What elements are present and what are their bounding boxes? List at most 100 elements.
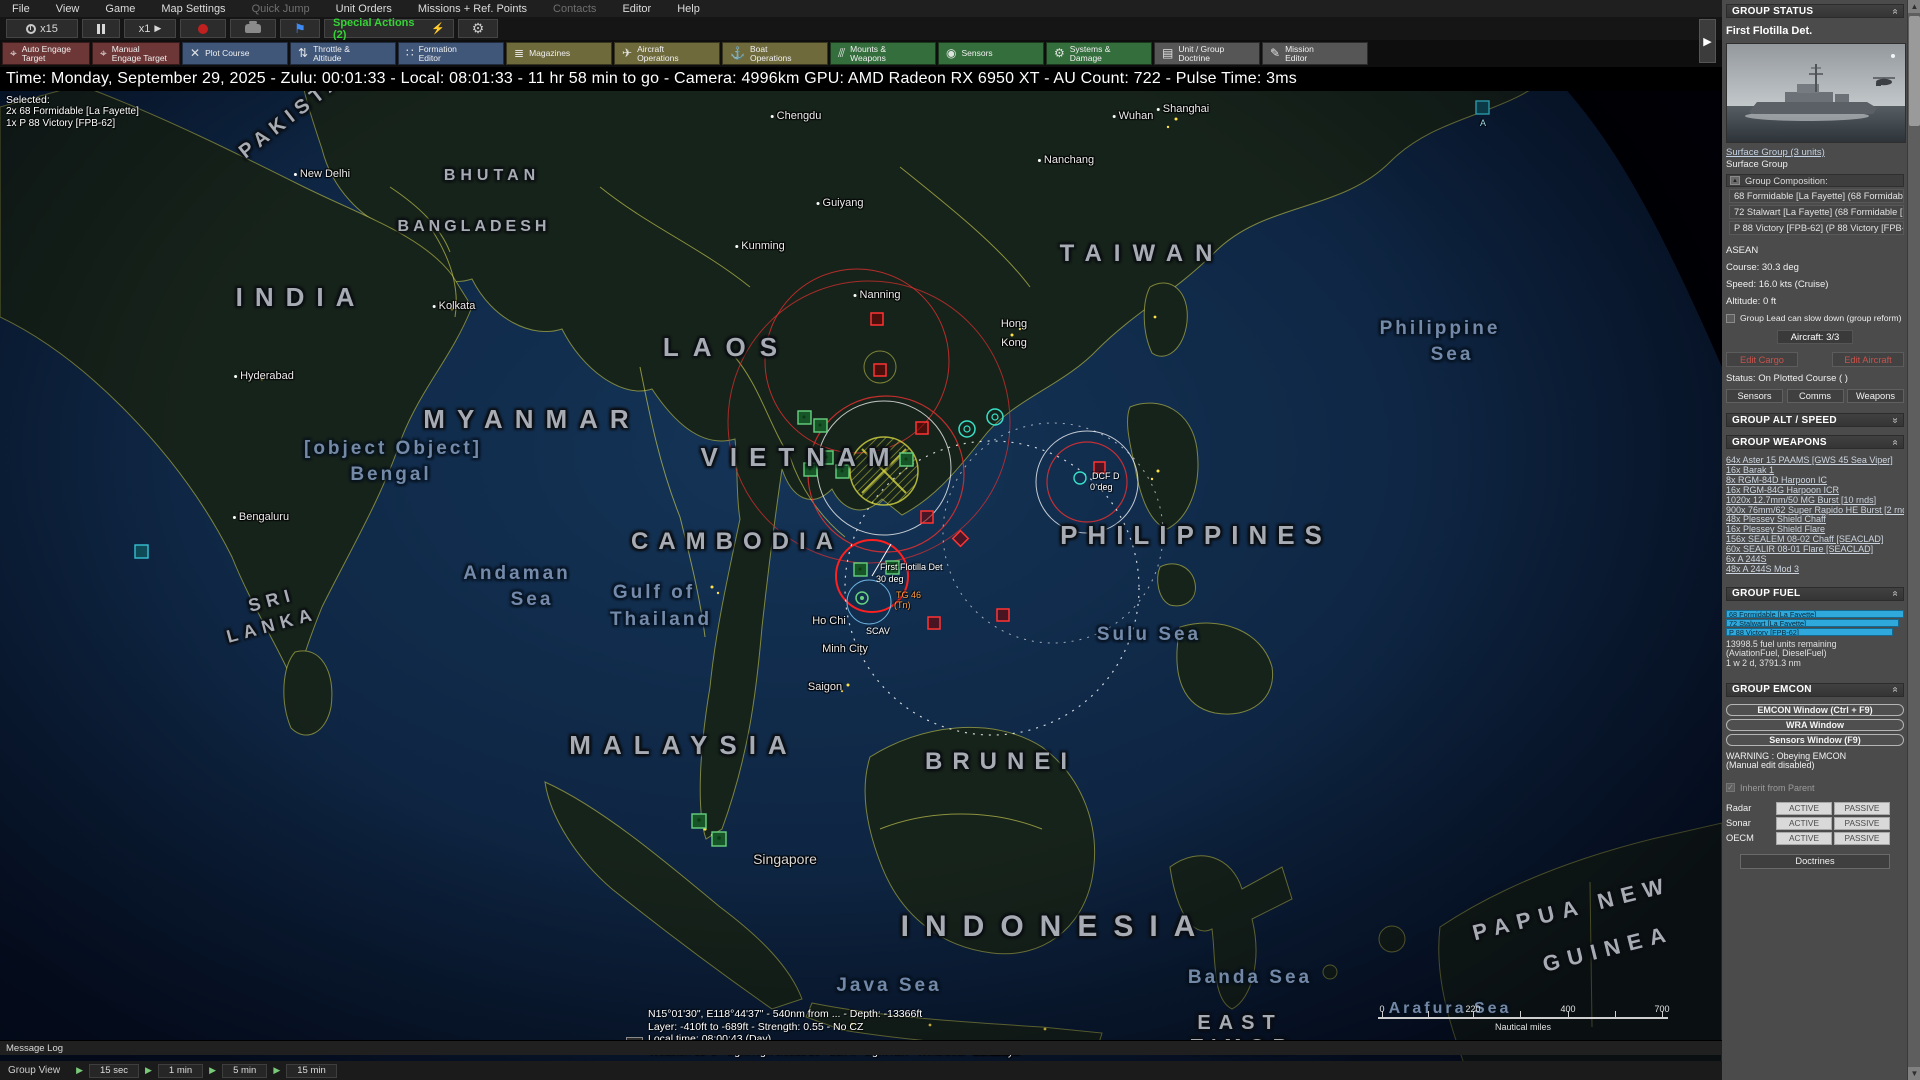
time-compression-button[interactable]: x15 — [6, 19, 78, 38]
plot-course-button[interactable]: ✕Plot Course — [182, 42, 288, 65]
wra-window-button[interactable]: WRA Window — [1726, 719, 1904, 731]
weapon-link[interactable]: 16x Barak 1 — [1726, 466, 1904, 476]
formation-editor-button[interactable]: ∷FormationEditor — [398, 42, 504, 65]
tab-comms[interactable]: Comms — [1787, 389, 1844, 403]
group-fuel-header[interactable]: GROUP FUEL » — [1726, 587, 1904, 601]
weapon-link[interactable]: 8x RGM-84D Harpoon IC — [1726, 476, 1904, 486]
time-step-1min[interactable]: 1 min — [158, 1064, 203, 1078]
collapse-icon[interactable]: » — [1890, 591, 1901, 597]
surface-group-link[interactable]: Surface Group (3 units) — [1726, 147, 1904, 158]
radar-passive-button[interactable]: PASSIVE — [1834, 802, 1890, 815]
flag-button[interactable]: ⚑ — [280, 19, 320, 38]
message-log-bar[interactable]: Message Log — [0, 1040, 1722, 1055]
auto-engage-target-button[interactable]: ⌖Auto EngageTarget — [2, 42, 90, 65]
aircraft-operations-button[interactable]: ✈AircraftOperations — [614, 42, 720, 65]
sim-control-bar: x15 x1 ▶ ⚑ Special Actions (2) ⚡ ⚙ — [0, 17, 1722, 40]
composition-row[interactable]: P 88 Victory [FPB-62] (P 88 Victory [FPB… — [1729, 221, 1904, 235]
fuel-bar[interactable]: 72 Stalwart [La Fayette] — [1726, 619, 1899, 627]
weapon-link[interactable]: 16x Plessey Shield Flare — [1726, 525, 1904, 535]
group-composition-header[interactable]: ▲ Group Composition: — [1726, 174, 1904, 187]
pause-button[interactable] — [82, 19, 120, 38]
menu-game[interactable]: Game — [105, 3, 135, 15]
edit-aircraft-button[interactable]: Edit Aircraft — [1832, 352, 1904, 367]
manual-engage-target-button[interactable]: ⌖ManualEngage Target — [92, 42, 180, 65]
menu-view[interactable]: View — [56, 3, 80, 15]
edit-cargo-button[interactable]: Edit Cargo — [1726, 352, 1798, 367]
time-step-15sec[interactable]: 15 sec — [89, 1064, 139, 1078]
menu-help[interactable]: Help — [677, 3, 700, 15]
collapse-icon[interactable]: » — [1890, 439, 1901, 445]
weapon-link[interactable]: 1020x 12.7mm/50 MG Burst [10 rnds] — [1726, 496, 1904, 506]
oecm-active-button[interactable]: ACTIVE — [1776, 832, 1832, 845]
group-alt-speed-header[interactable]: GROUP ALT / SPEED » — [1726, 413, 1904, 427]
weapon-link[interactable]: 48x A 244S Mod 3 — [1726, 565, 1904, 575]
record-button[interactable] — [180, 19, 226, 38]
section-title: GROUP STATUS — [1732, 6, 1813, 17]
oecm-passive-button[interactable]: PASSIVE — [1834, 832, 1890, 845]
sonar-passive-button[interactable]: PASSIVE — [1834, 817, 1890, 830]
tab-sensors[interactable]: Sensors — [1726, 389, 1783, 403]
scroll-down-icon[interactable]: ▼ — [1908, 1067, 1920, 1080]
emcon-row-oecm: OECM ACTIVE PASSIVE — [1726, 832, 1904, 845]
magazines-button[interactable]: ≣Magazines — [506, 42, 612, 65]
group-status-header[interactable]: GROUP STATUS » — [1726, 4, 1904, 18]
menu-editor[interactable]: Editor — [622, 3, 651, 15]
sensors-button[interactable]: ◉Sensors — [938, 42, 1044, 65]
scroll-up-icon[interactable]: ▲ — [1908, 0, 1920, 13]
mounts-icon: ⫻ — [838, 49, 845, 58]
checkbox-icon[interactable] — [1726, 314, 1735, 323]
world-map[interactable] — [0, 67, 1722, 1080]
weapon-link[interactable]: 64x Aster 15 PAAMS [GWS 45 Sea Viper] — [1726, 456, 1904, 466]
menu-file[interactable]: File — [12, 3, 30, 15]
collapse-icon[interactable]: ▲ — [1730, 176, 1740, 185]
collapse-icon[interactable]: » — [1890, 8, 1901, 14]
unit-group-doctrine-button[interactable]: ▤Unit / GroupDoctrine — [1154, 42, 1260, 65]
time-step-5min[interactable]: 5 min — [222, 1064, 267, 1078]
scroll-thumb[interactable] — [1909, 16, 1920, 126]
map-sea-label: Bengal — [350, 464, 431, 486]
menu-missions-ref-points[interactable]: Missions + Ref. Points — [418, 3, 527, 15]
special-actions-button[interactable]: Special Actions (2) ⚡ — [324, 19, 454, 38]
sensors-window-button[interactable]: Sensors Window (F9) — [1726, 734, 1904, 746]
weapon-link[interactable]: 60x SEALIR 08-01 Flare [SEACLAD] — [1726, 545, 1904, 555]
message-log-title: Message Log — [6, 1043, 63, 1054]
emcon-window-button[interactable]: EMCON Window (Ctrl + F9) — [1726, 704, 1904, 716]
weapon-link[interactable]: 156x SEALEM 08-02 Chaff [SEACLAD] — [1726, 535, 1904, 545]
weapon-link[interactable]: 6x A 244S — [1726, 555, 1904, 565]
mounts-weapons-button[interactable]: ⫻Mounts &Weapons — [830, 42, 936, 65]
weapon-link[interactable]: 900x 76mm/62 Super Rapido HE Burst [2 rn… — [1726, 506, 1904, 516]
mission-editor-button[interactable]: ✎MissionEditor — [1262, 42, 1368, 65]
weapon-link[interactable]: 16x RGM-84G Harpoon ICR — [1726, 486, 1904, 496]
doctrines-button[interactable]: Doctrines — [1740, 854, 1890, 869]
aircraft-count-button[interactable]: Aircraft: 3/3 — [1777, 330, 1853, 344]
throttle-altitude-button[interactable]: ⇅Throttle &Altitude — [290, 42, 396, 65]
radar-active-button[interactable]: ACTIVE — [1776, 802, 1832, 815]
time-step-15min[interactable]: 15 min — [286, 1064, 337, 1078]
menu-map-settings[interactable]: Map Settings — [161, 3, 225, 15]
systems-damage-button[interactable]: ⚙Systems &Damage — [1046, 42, 1152, 65]
group-lead-checkbox-row[interactable]: Group Lead can slow down (group reform) — [1726, 313, 1904, 323]
settings-button[interactable]: ⚙ — [458, 19, 498, 38]
panel-scrollbar[interactable]: ▲ ▼ — [1907, 0, 1920, 1080]
expand-icon[interactable]: » — [1890, 417, 1901, 423]
city-name: Hyderabad — [240, 370, 294, 382]
composition-row[interactable]: 72 Stalwart [La Fayette] (68 Formidable … — [1729, 205, 1904, 219]
weapon-link[interactable]: 48x Plessey Shield Chaff — [1726, 515, 1904, 525]
menu-unit-orders[interactable]: Unit Orders — [336, 3, 392, 15]
panel-expander-button[interactable]: ▶ — [1699, 19, 1716, 63]
collapse-icon[interactable]: » — [1890, 687, 1901, 693]
composition-row[interactable]: 68 Formidable [La Fayette] (68 Formidabl… — [1729, 189, 1904, 203]
group-weapons-header[interactable]: GROUP WEAPONS » — [1726, 435, 1904, 449]
scale-bar — [1378, 1015, 1668, 1019]
inherit-from-parent-checkbox[interactable]: ✓ Inherit from Parent — [1726, 783, 1904, 793]
map-area[interactable]: PAKISTAN BHUTAN BANGLADESH INDIA MYANMAR… — [0, 0, 1722, 1080]
tab-weapons[interactable]: Weapons — [1847, 389, 1904, 403]
boat-operations-button[interactable]: ⚓BoatOperations — [722, 42, 828, 65]
sonar-active-button[interactable]: ACTIVE — [1776, 817, 1832, 830]
camera-button[interactable] — [230, 19, 276, 38]
fuel-bar[interactable]: P 88 Victory [FPB-62] — [1726, 628, 1893, 636]
group-emcon-header[interactable]: GROUP EMCON » — [1726, 683, 1904, 697]
fuel-bar[interactable]: 68 Formidable [La Fayette] — [1726, 610, 1904, 618]
step-play-button[interactable]: x1 ▶ — [124, 19, 176, 38]
map-sea-label: Philippine — [1380, 318, 1501, 340]
